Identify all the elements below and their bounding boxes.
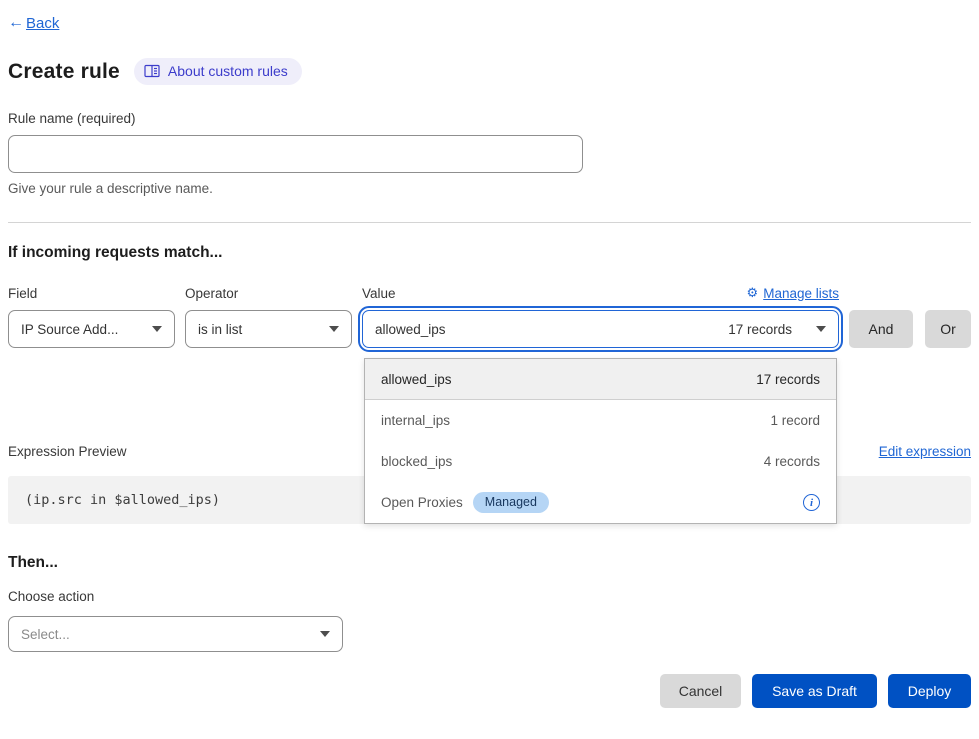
expression-code: (ip.src in $allowed_ips): [25, 492, 220, 508]
or-button[interactable]: Or: [925, 310, 971, 348]
about-custom-rules-label: About custom rules: [168, 63, 288, 79]
rule-name-input[interactable]: [8, 135, 583, 173]
back-link[interactable]: ←Back: [8, 14, 59, 32]
expression-preview-label: Expression Preview: [8, 444, 127, 459]
rule-name-helper: Give your rule a descriptive name.: [8, 181, 971, 196]
list-name: Open Proxies: [381, 495, 463, 510]
gear-icon: ⚙: [747, 285, 759, 301]
field-select-value: IP Source Add...: [21, 322, 118, 337]
chevron-down-icon: [320, 631, 330, 637]
deploy-button[interactable]: Deploy: [888, 674, 971, 708]
dropdown-item-blocked-ips[interactable]: blocked_ips 4 records: [365, 441, 836, 482]
dropdown-item-open-proxies[interactable]: Open Proxies Managed i: [365, 482, 836, 523]
field-select[interactable]: IP Source Add...: [8, 310, 175, 348]
field-label: Field: [8, 286, 175, 301]
dropdown-item-allowed-ips[interactable]: allowed_ips 17 records: [365, 359, 836, 400]
manage-lists-label: Manage lists: [763, 286, 839, 301]
action-select[interactable]: Select...: [8, 616, 343, 652]
back-link-label: Back: [26, 15, 59, 32]
chevron-down-icon: [329, 326, 339, 332]
chevron-down-icon: [816, 326, 826, 332]
about-custom-rules-link[interactable]: About custom rules: [134, 58, 302, 85]
manage-lists-link[interactable]: ⚙ Manage lists: [747, 285, 839, 301]
chevron-down-icon: [152, 326, 162, 332]
list-record-count: 1 record: [770, 413, 820, 428]
save-as-draft-button[interactable]: Save as Draft: [752, 674, 877, 708]
and-button[interactable]: And: [849, 310, 913, 348]
operator-select-value: is in list: [198, 322, 242, 337]
value-select-value: allowed_ips: [375, 322, 446, 337]
list-name: blocked_ips: [381, 454, 452, 469]
list-name: internal_ips: [381, 413, 450, 428]
choose-action-label: Choose action: [8, 589, 971, 604]
list-record-count: 17 records: [756, 372, 820, 387]
match-section-heading: If incoming requests match...: [8, 244, 971, 262]
operator-select[interactable]: is in list: [185, 310, 352, 348]
page-title: Create rule: [8, 60, 120, 84]
section-divider: [8, 222, 971, 223]
info-icon[interactable]: i: [803, 494, 820, 511]
edit-expression-link[interactable]: Edit expression: [879, 444, 971, 459]
list-name: allowed_ips: [381, 372, 452, 387]
list-record-count: 4 records: [764, 454, 820, 469]
action-select-placeholder: Select...: [21, 627, 70, 642]
operator-label: Operator: [185, 286, 352, 301]
cancel-button[interactable]: Cancel: [660, 674, 741, 708]
value-select[interactable]: allowed_ips 17 records: [362, 310, 839, 348]
book-icon: [144, 64, 160, 78]
value-label: Value: [362, 286, 396, 301]
dropdown-item-internal-ips[interactable]: internal_ips 1 record: [365, 400, 836, 441]
value-select-record-count: 17 records: [728, 322, 792, 337]
value-dropdown-panel: allowed_ips 17 records internal_ips 1 re…: [364, 358, 837, 524]
rule-name-label: Rule name (required): [8, 111, 971, 126]
back-arrow-icon: ←: [8, 14, 24, 32]
then-section-heading: Then...: [8, 554, 971, 572]
managed-badge: Managed: [473, 492, 549, 513]
